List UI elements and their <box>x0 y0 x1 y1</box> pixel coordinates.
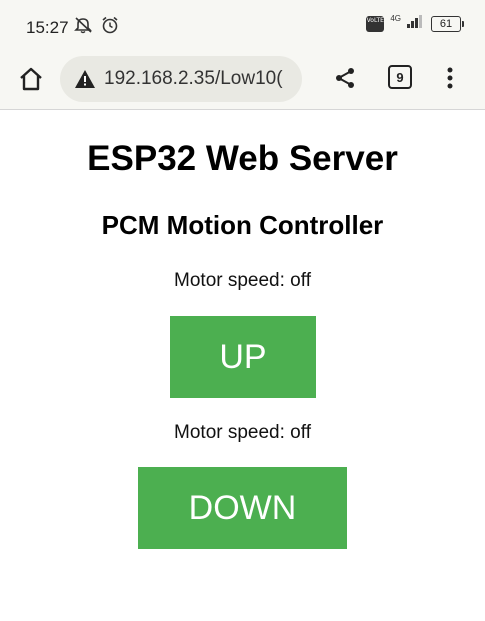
motor-status-down: Motor speed: off <box>174 422 311 443</box>
browser-toolbar: 192.168.2.35/Low10( 9 <box>0 48 485 110</box>
battery-icon: 61 <box>431 15 464 32</box>
status-bar: 15:27 VoLTE 4G 61 <box>0 0 485 48</box>
home-button[interactable] <box>14 62 48 96</box>
network-type: 4G <box>390 14 401 23</box>
share-button[interactable] <box>330 63 360 93</box>
page-title: ESP32 Web Server <box>87 139 398 178</box>
home-icon <box>20 67 42 91</box>
more-icon <box>447 67 453 89</box>
signal-icon <box>407 14 425 33</box>
tabs-button[interactable]: 9 <box>388 65 412 89</box>
alarm-icon <box>100 16 120 39</box>
mute-icon <box>74 16 94 39</box>
tab-count: 9 <box>396 69 404 85</box>
volte-icon: VoLTE <box>366 15 385 32</box>
url-text: 192.168.2.35/Low10( <box>104 68 283 89</box>
page-subtitle: PCM Motion Controller <box>101 210 384 240</box>
warning-icon <box>75 70 95 88</box>
up-button[interactable]: UP <box>170 316 316 398</box>
status-time: 15:27 <box>26 18 69 37</box>
motor-status-up: Motor speed: off <box>174 270 311 291</box>
web-page: ESP32 Web Server PCM Motion Controller M… <box>0 111 485 621</box>
battery-level: 61 <box>439 17 453 30</box>
down-button[interactable]: DOWN <box>138 467 347 549</box>
share-icon <box>336 68 354 88</box>
status-icons-left <box>74 16 120 39</box>
more-menu-button[interactable] <box>438 63 462 93</box>
status-icons-right: VoLTE 4G 61 <box>366 14 464 33</box>
address-bar[interactable]: 192.168.2.35/Low10( <box>60 56 302 102</box>
